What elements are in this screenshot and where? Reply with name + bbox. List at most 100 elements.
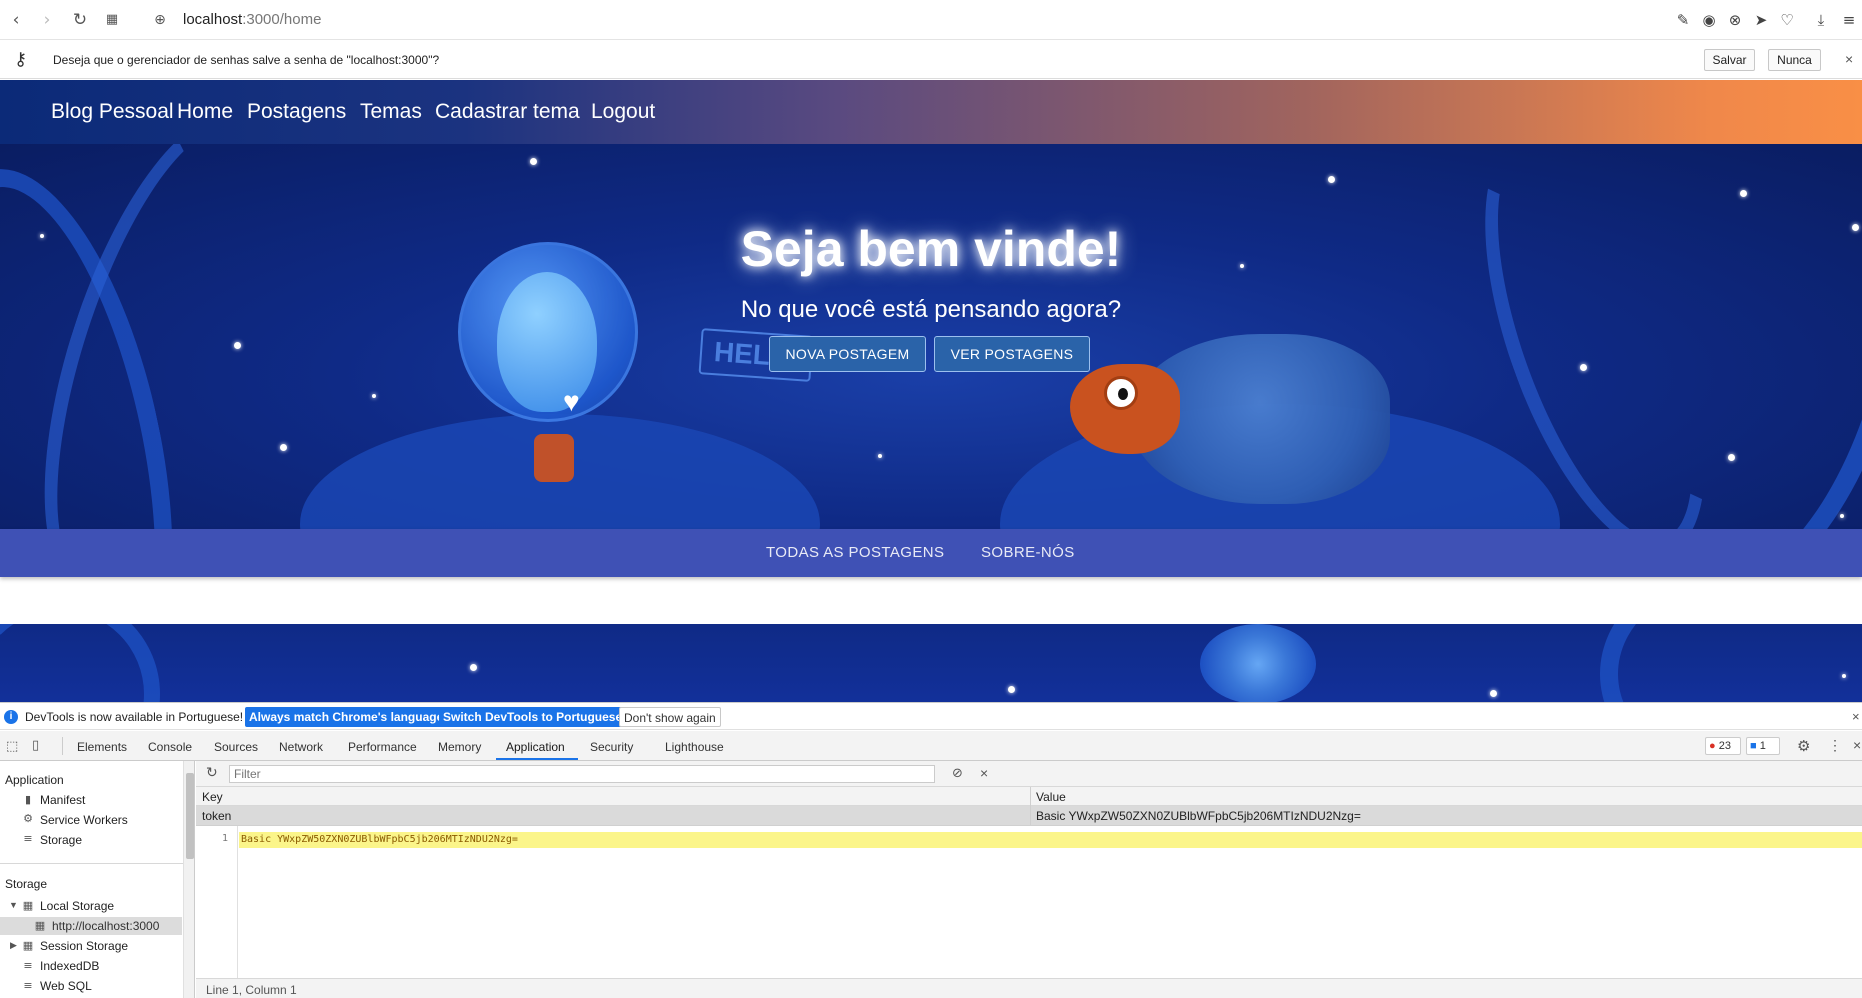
close-devtools-icon[interactable]: × (1853, 737, 1861, 753)
camera-icon[interactable]: ◉ (1700, 11, 1718, 29)
tab-sources[interactable]: Sources (214, 740, 258, 754)
send-icon[interactable]: ➤ (1752, 11, 1770, 29)
heart-icon[interactable]: ♡ (1778, 11, 1796, 29)
tab-elements[interactable]: Elements (77, 740, 127, 754)
tab-all-posts[interactable]: TODAS AS POSTAGENS (766, 544, 944, 561)
nav-home[interactable]: Home (177, 100, 233, 124)
row-value: Basic YWxpZW50ZXN0ZUBlbWFpbC5jb206MTIzND… (1036, 809, 1361, 823)
clear-all-icon[interactable]: ⊘ (952, 766, 963, 781)
star (878, 454, 882, 458)
error-icon: ● (1709, 740, 1716, 752)
devtools-tab-strip: ⬚ ▯ Elements Console Sources Network Per… (0, 731, 1862, 761)
key-icon: ⚷ (14, 49, 28, 70)
devtools-info-text: DevTools is now available in Portuguese! (25, 710, 244, 724)
value-preview-editor[interactable]: 1 Basic YWxpZW50ZXN0ZUBlbWFpbC5jb206MTIz… (196, 825, 1862, 979)
collapse-arrow-icon[interactable]: ▶ (10, 940, 17, 951)
leaf-shape (0, 624, 160, 702)
sidebar-item-websql[interactable]: Web SQL (40, 979, 92, 993)
info-icon: i (4, 710, 18, 724)
chameleon-tail (1200, 624, 1316, 702)
column-divider[interactable] (1030, 787, 1031, 825)
devtools-language-bar: i DevTools is now available in Portugues… (0, 702, 1862, 730)
alien-head (497, 272, 597, 412)
grid-icon: ▦ (34, 919, 46, 932)
match-language-button[interactable]: Always match Chrome's language (245, 707, 448, 727)
address-bar[interactable]: localhost:3000/home (183, 11, 321, 28)
nav-postagens[interactable]: Postagens (247, 100, 346, 124)
sidebar-item-manifest[interactable]: Manifest (40, 793, 85, 807)
reload-icon[interactable]: ↻ (70, 10, 90, 30)
settings-gear-icon[interactable]: ⚙ (1797, 737, 1810, 755)
star (1840, 514, 1844, 518)
tab-console[interactable]: Console (148, 740, 192, 754)
switch-language-button[interactable]: Switch DevTools to Portuguese (439, 707, 627, 727)
alien-eyes: ♥ (563, 386, 580, 417)
application-section-title: Application (5, 773, 64, 787)
sidebar-item-indexeddb[interactable]: IndexedDB (40, 959, 99, 973)
forward-icon[interactable]: › (37, 10, 57, 30)
expand-arrow-icon[interactable]: ▼ (9, 900, 18, 910)
new-post-button[interactable]: NOVA POSTAGEM (769, 336, 926, 372)
nav-cadastrar-tema[interactable]: Cadastrar tema (435, 100, 580, 124)
table-row[interactable]: token Basic YWxpZW50ZXN0ZUBlbWFpbC5jb206… (196, 806, 1862, 825)
sidebar-item-storage[interactable]: Storage (40, 833, 82, 847)
url-path: :3000/home (242, 11, 322, 28)
password-prompt-text: Deseja que o gerenciador de senhas salve… (53, 53, 440, 67)
menu-icon[interactable]: ≡ (1840, 11, 1858, 29)
tab-lighthouse[interactable]: Lighthouse (665, 740, 724, 754)
message-badge[interactable]: ■ 1 (1746, 737, 1780, 755)
tab-performance[interactable]: Performance (348, 740, 417, 754)
value-column-header[interactable]: Value (1036, 790, 1066, 804)
code-line: Basic YWxpZW50ZXN0ZUBlbWFpbC5jb206MTIzND… (239, 832, 1862, 848)
device-toolbar-icon[interactable]: ▯ (32, 738, 39, 753)
dont-show-button[interactable]: Don't show again (619, 707, 721, 727)
apps-grid-icon[interactable]: ▦ (102, 10, 122, 30)
inspect-icon[interactable]: ⬚ (6, 739, 18, 754)
tab-memory[interactable]: Memory (438, 740, 481, 754)
grid-icon: ▦ (22, 939, 34, 952)
tab-network[interactable]: Network (279, 740, 323, 754)
sidebar-item-service-workers[interactable]: Service Workers (40, 813, 128, 827)
never-button[interactable]: Nunca (1768, 49, 1821, 71)
filter-input[interactable]: Filter (229, 765, 935, 783)
star (1008, 686, 1015, 693)
back-icon[interactable]: ‹ (6, 10, 26, 30)
divider (0, 863, 183, 864)
leaf-shape (1600, 624, 1860, 702)
nav-temas[interactable]: Temas (360, 100, 422, 124)
view-posts-button[interactable]: VER POSTAGENS (934, 336, 1090, 372)
nav-logout[interactable]: Logout (591, 100, 655, 124)
scrollbar-thumb[interactable] (186, 773, 194, 859)
sidebar-item-session-storage[interactable]: Session Storage (40, 939, 128, 953)
star (234, 342, 241, 349)
close-info-icon[interactable]: × (1852, 709, 1860, 724)
globe-icon: ⊕ (154, 12, 166, 28)
storage-section-title: Storage (5, 877, 48, 891)
delete-selected-icon[interactable]: × (980, 765, 988, 781)
tab-security[interactable]: Security (590, 740, 633, 754)
row-key: token (202, 809, 232, 823)
manifest-icon: ▮ (24, 793, 32, 806)
line-number: 1 (222, 833, 229, 844)
sidebar-scrollbar[interactable] (183, 761, 194, 998)
storage-table-header: Key Value (196, 787, 1862, 806)
key-column-header[interactable]: Key (202, 790, 223, 804)
filter-toolbar: ↻ Filter ⊘ × (196, 761, 1862, 787)
star (530, 158, 537, 165)
save-password-button[interactable]: Salvar (1704, 49, 1755, 71)
edit-icon[interactable]: ✎ (1674, 11, 1692, 29)
download-icon[interactable]: ⤓ (1812, 11, 1830, 29)
more-options-icon[interactable]: ⋮ (1828, 737, 1842, 754)
sidebar-item-localhost-origin[interactable]: http://localhost:3000 (52, 919, 159, 933)
message-count: 1 (1759, 740, 1766, 752)
sidebar-item-local-storage[interactable]: Local Storage (40, 899, 114, 913)
tab-application[interactable]: Application (506, 740, 565, 754)
tab-about-us[interactable]: SOBRE-NÓS (981, 544, 1075, 561)
star (280, 444, 287, 451)
close-icon[interactable]: × (1845, 51, 1853, 67)
brand-link[interactable]: Blog Pessoal (51, 100, 174, 124)
error-badge[interactable]: ● 23 (1705, 737, 1741, 755)
refresh-icon[interactable]: ↻ (206, 765, 218, 781)
browser-toolbar: ‹ › ↻ ▦ ⊕ localhost:3000/home ✎ ◉ ⊗ ➤ ♡ … (0, 0, 1862, 40)
shield-icon[interactable]: ⊗ (1726, 11, 1744, 29)
